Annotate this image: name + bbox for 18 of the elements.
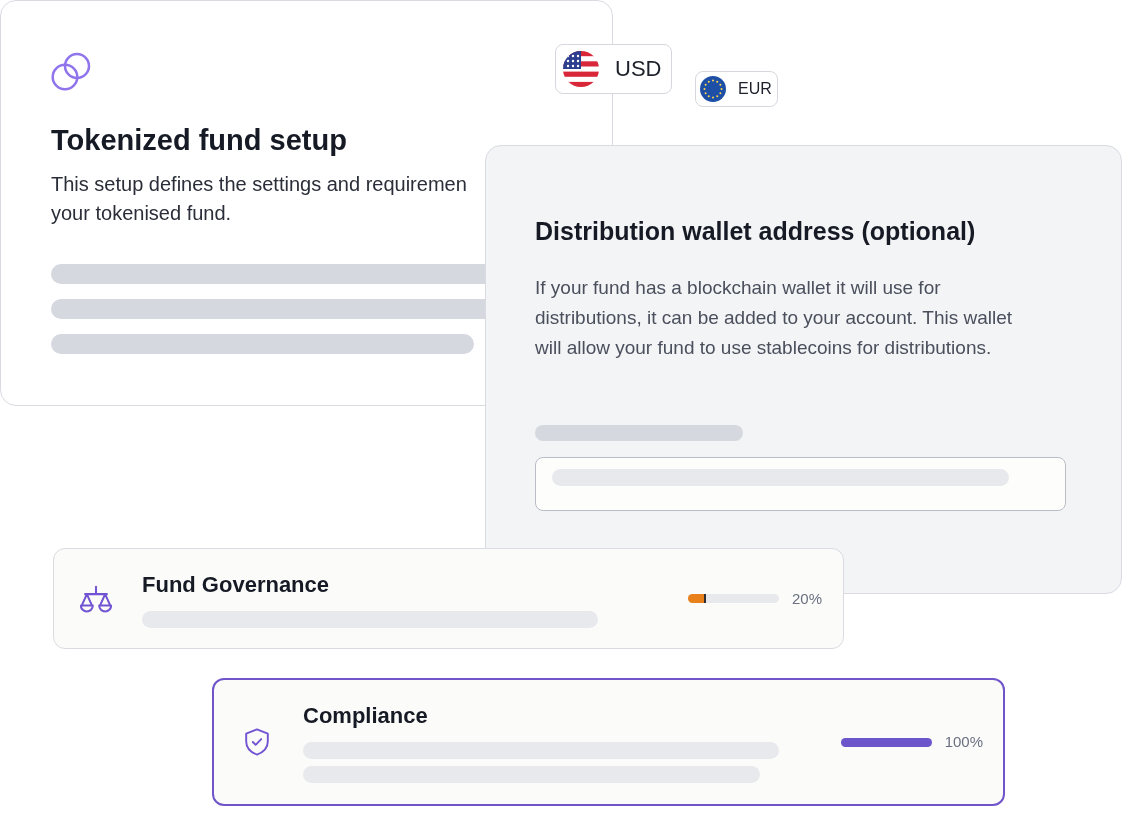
section-card[interactable]: Fund Governance 20% <box>53 548 844 649</box>
progress-percentage: 20% <box>791 589 822 608</box>
section-title: Compliance <box>303 703 428 729</box>
overlapping-circles-icon <box>51 52 91 92</box>
card-description: This setup defines the settings and requiremen your tokenised fund. <box>51 172 467 226</box>
card-description: If your fund has a blockchain wallet it will use for distributions, it can be added to your account. This wallet will allow your fund to use stablecoins for distributions. <box>535 276 1014 360</box>
progress-percentage: 100% <box>944 733 983 751</box>
eu-flag-icon <box>700 76 726 102</box>
section-card[interactable]: Compliance 100% <box>212 678 1005 806</box>
us-flag-icon <box>563 51 599 87</box>
currency-code: USD <box>615 56 662 82</box>
currency-code: EUR <box>738 80 772 98</box>
scales-icon <box>80 584 112 613</box>
section-title: Fund Governance <box>142 572 330 598</box>
input-field[interactable] <box>535 457 1066 511</box>
card-title: Tokenized fund setup <box>51 123 347 158</box>
shield-check-icon <box>245 728 269 756</box>
card-title: Distribution wallet address (optional) <box>535 216 976 247</box>
